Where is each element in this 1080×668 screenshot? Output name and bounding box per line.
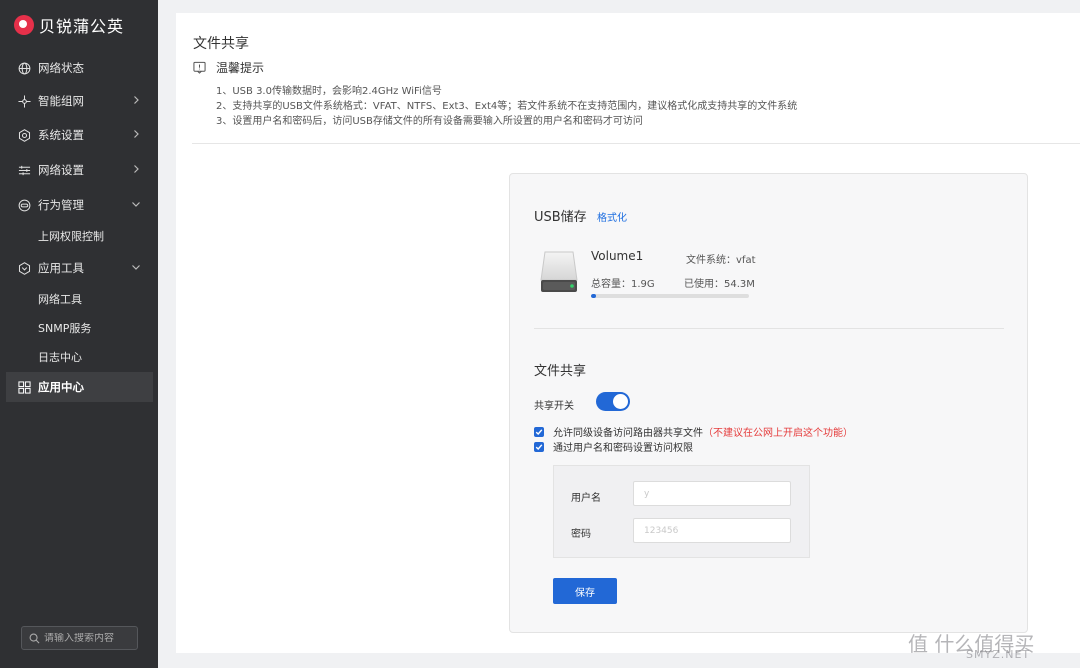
apps-icon	[18, 380, 31, 394]
sidebar-item-internet-access-control[interactable]: 上网权限控制	[6, 223, 153, 249]
credentials-box: 用户名 密码	[553, 465, 810, 558]
auth-access-row: 通过用户名和密码设置访问权限	[534, 439, 693, 454]
username-input[interactable]	[633, 481, 791, 506]
sidebar: 贝锐蒲公英 网络状态 智能组网 系统设置 网络设置 行为管理 上网权限控制 应用…	[0, 0, 158, 668]
sidebar-item-label: 上网权限控制	[38, 230, 104, 243]
chevron-down-icon	[132, 265, 140, 270]
watermark-line2: SMYZ.NET	[966, 648, 1031, 661]
tip-line: 2、支持共享的USB文件系统格式：VFAT、NTFS、Ext3、Ext4等；若文…	[216, 101, 798, 112]
password-label: 密码	[571, 529, 591, 540]
capacity-label: 总容量：1.9G	[591, 279, 655, 290]
card-divider	[534, 328, 1004, 329]
format-link[interactable]: 格式化	[597, 209, 627, 224]
used-label: 已使用：54.3M	[684, 279, 755, 290]
file-share-title: 文件共享	[534, 364, 587, 379]
usage-progress-bar	[591, 294, 749, 298]
sidebar-item-label: 系统设置	[38, 128, 84, 142]
main-panel: 文件共享 温馨提示 1、USB 3.0传输数据时，会影响2.4GHz WiFi信…	[176, 13, 1080, 653]
divider	[192, 143, 1080, 144]
filesystem-label: 文件系统：vfat	[686, 255, 756, 266]
password-input[interactable]	[633, 518, 791, 543]
chevron-right-icon	[134, 165, 139, 173]
sidebar-item-label: 网络工具	[38, 293, 82, 306]
allow-peer-access-label: 允许同级设备访问路由器共享文件	[553, 428, 703, 439]
watermark: 值 什么值得买 SMYZ.NET	[908, 628, 1076, 664]
share-toggle-label: 共享开关	[534, 401, 574, 412]
tip-line: 3、设置用户名和密码后，访问USB存储文件的所有设备需要输入所设置的用户名和密码…	[216, 116, 643, 127]
search-icon	[29, 633, 40, 643]
tip-header: 温馨提示	[193, 59, 264, 76]
drive-icon	[540, 251, 578, 292]
brand[interactable]: 贝锐蒲公英	[14, 13, 124, 37]
sidebar-item-label: 网络状态	[38, 61, 84, 75]
sidebar-item-app-tools[interactable]: 应用工具	[6, 253, 153, 283]
sidebar-item-label: 智能组网	[38, 94, 84, 108]
tip-line: 1、USB 3.0传输数据时，会影响2.4GHz WiFi信号	[216, 86, 442, 97]
brand-name: 贝锐蒲公英	[39, 17, 125, 36]
page-title: 文件共享	[193, 36, 249, 52]
check-icon	[535, 443, 543, 450]
username-label: 用户名	[571, 493, 601, 504]
sidebar-item-label: 行为管理	[38, 198, 84, 212]
search-input[interactable]	[44, 632, 129, 644]
sliders-icon	[18, 164, 31, 177]
gear-icon	[18, 128, 31, 142]
chevron-down-icon	[132, 202, 140, 207]
sidebar-item-network-status[interactable]: 网络状态	[6, 53, 153, 83]
save-button[interactable]: 保存	[553, 578, 617, 604]
sidebar-item-log-center[interactable]: 日志中心	[6, 344, 153, 370]
allow-peer-access-warning: （不建议在公网上开启这个功能）	[703, 428, 853, 439]
share-toggle[interactable]	[596, 392, 630, 411]
info-icon	[193, 61, 206, 74]
usage-progress-fill	[591, 294, 596, 298]
sidebar-search[interactable]	[21, 626, 138, 650]
auth-access-checkbox[interactable]	[534, 441, 544, 452]
brand-logo-icon	[14, 15, 34, 35]
usb-share-card: USB储存 格式化 Volume1 文件系统：vfat 总容量：1.9G 已使用…	[509, 173, 1028, 633]
sidebar-item-label: 日志中心	[38, 351, 82, 364]
usb-storage-title: USB储存	[534, 210, 587, 225]
chevron-right-icon	[134, 130, 139, 138]
sidebar-item-network-tools[interactable]: 网络工具	[6, 286, 153, 312]
allow-peer-access-row: 允许同级设备访问路由器共享文件 （不建议在公网上开启这个功能）	[534, 424, 853, 439]
auth-access-label: 通过用户名和密码设置访问权限	[553, 443, 693, 454]
sidebar-item-label: 网络设置	[38, 163, 84, 177]
network-icon	[18, 94, 31, 108]
chevron-right-icon	[134, 96, 139, 104]
volume-name: Volume1	[591, 249, 644, 263]
sidebar-item-label: 应用工具	[38, 261, 84, 275]
tools-icon	[18, 261, 31, 275]
allow-peer-access-checkbox[interactable]	[534, 426, 544, 437]
sidebar-item-system-settings[interactable]: 系统设置	[6, 120, 153, 150]
sidebar-item-app-center[interactable]: 应用中心	[6, 372, 153, 402]
sidebar-item-snmp-service[interactable]: SNMP服务	[6, 315, 153, 341]
check-icon	[535, 428, 543, 435]
sidebar-item-label: SNMP服务	[38, 322, 92, 335]
sidebar-item-behavior-management[interactable]: 行为管理	[6, 190, 153, 220]
sidebar-item-smart-network[interactable]: 智能组网	[6, 86, 153, 116]
tip-title: 温馨提示	[216, 61, 265, 75]
eye-icon	[18, 199, 31, 212]
sidebar-item-label: 应用中心	[38, 380, 84, 394]
globe-icon	[18, 62, 31, 75]
sidebar-item-network-settings[interactable]: 网络设置	[6, 155, 153, 185]
